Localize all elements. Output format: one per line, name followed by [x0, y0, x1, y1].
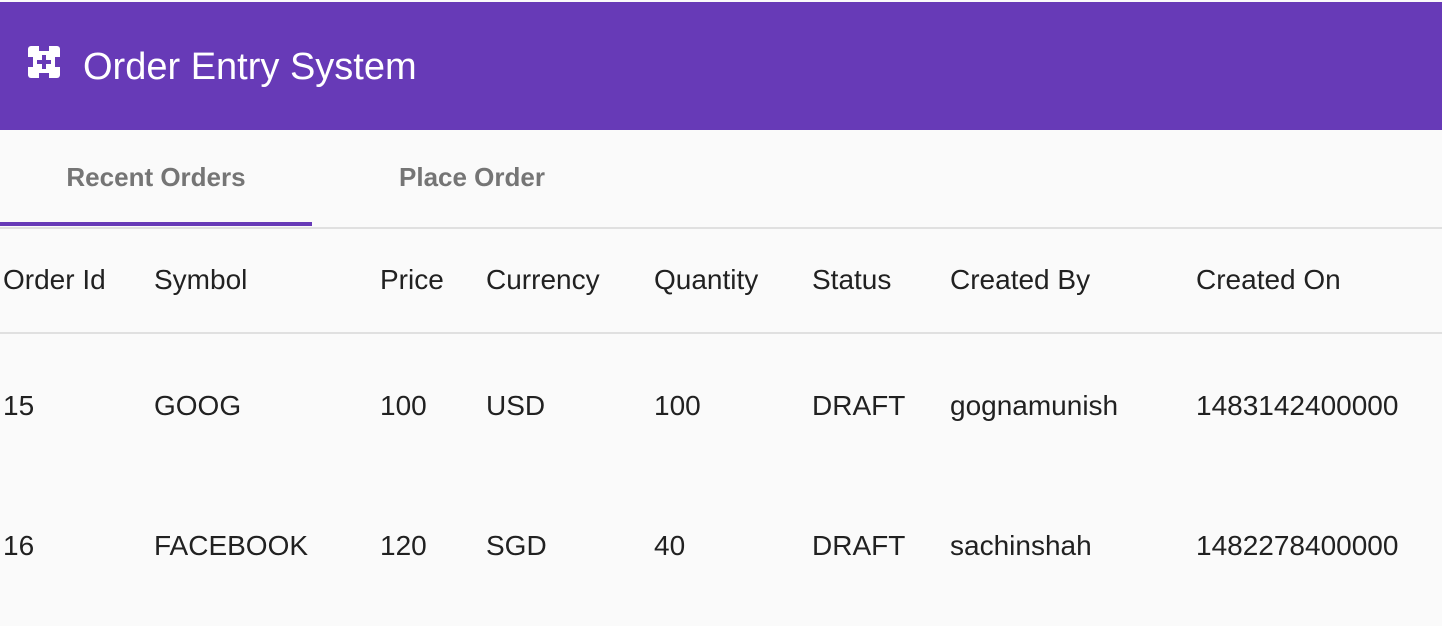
- cell-price: 100: [380, 390, 427, 421]
- cell-currency: USD: [486, 390, 546, 421]
- cell-created-by: gognamunish: [950, 390, 1119, 421]
- column-header-price[interactable]: Price: [380, 263, 444, 297]
- column-header-symbol[interactable]: Symbol: [154, 263, 247, 297]
- app-toolbar: Order Entry System: [0, 2, 1442, 130]
- tab-recent-orders[interactable]: Recent Orders: [0, 130, 312, 225]
- app-title: Order Entry System: [83, 46, 417, 88]
- cell-status: DRAFT: [812, 390, 906, 421]
- cell-status: DRAFT: [812, 530, 906, 561]
- cell-order-id: 15: [3, 390, 35, 421]
- cell-created-on: 1482278400000: [1196, 530, 1399, 561]
- active-tab-indicator: [0, 222, 312, 226]
- cell-price: 120: [380, 530, 427, 561]
- column-header-quantity[interactable]: Quantity: [654, 263, 758, 297]
- cell-order-id: 16: [3, 530, 35, 561]
- column-header-created-on[interactable]: Created On: [1196, 263, 1341, 297]
- column-header-created-by[interactable]: Created By: [950, 263, 1090, 297]
- orders-table: Order Id Symbol Price Currency Quantity …: [0, 229, 1442, 614]
- column-header-currency[interactable]: Currency: [486, 263, 600, 297]
- cell-quantity: 100: [654, 390, 701, 421]
- column-header-order-id[interactable]: Order Id: [3, 263, 106, 297]
- cell-currency: SGD: [486, 530, 547, 561]
- column-header-status[interactable]: Status: [812, 263, 891, 297]
- table-row[interactable]: 16 FACEBOOK 120 SGD 40 DRAFT sachinshah …: [0, 474, 1442, 614]
- app-grid-icon: [28, 46, 60, 78]
- tab-bar: Recent Orders Place Order: [0, 130, 1442, 229]
- table-header-row: Order Id Symbol Price Currency Quantity …: [0, 229, 1442, 334]
- cell-symbol: GOOG: [154, 390, 242, 421]
- table-row[interactable]: 15 GOOG 100 USD 100 DRAFT gognamunish 14…: [0, 334, 1442, 474]
- cell-created-on: 1483142400000: [1196, 390, 1399, 421]
- tab-place-order[interactable]: Place Order: [312, 130, 632, 225]
- cell-created-by: sachinshah: [950, 530, 1092, 561]
- cell-symbol: FACEBOOK: [154, 530, 309, 561]
- cell-quantity: 40: [654, 530, 686, 561]
